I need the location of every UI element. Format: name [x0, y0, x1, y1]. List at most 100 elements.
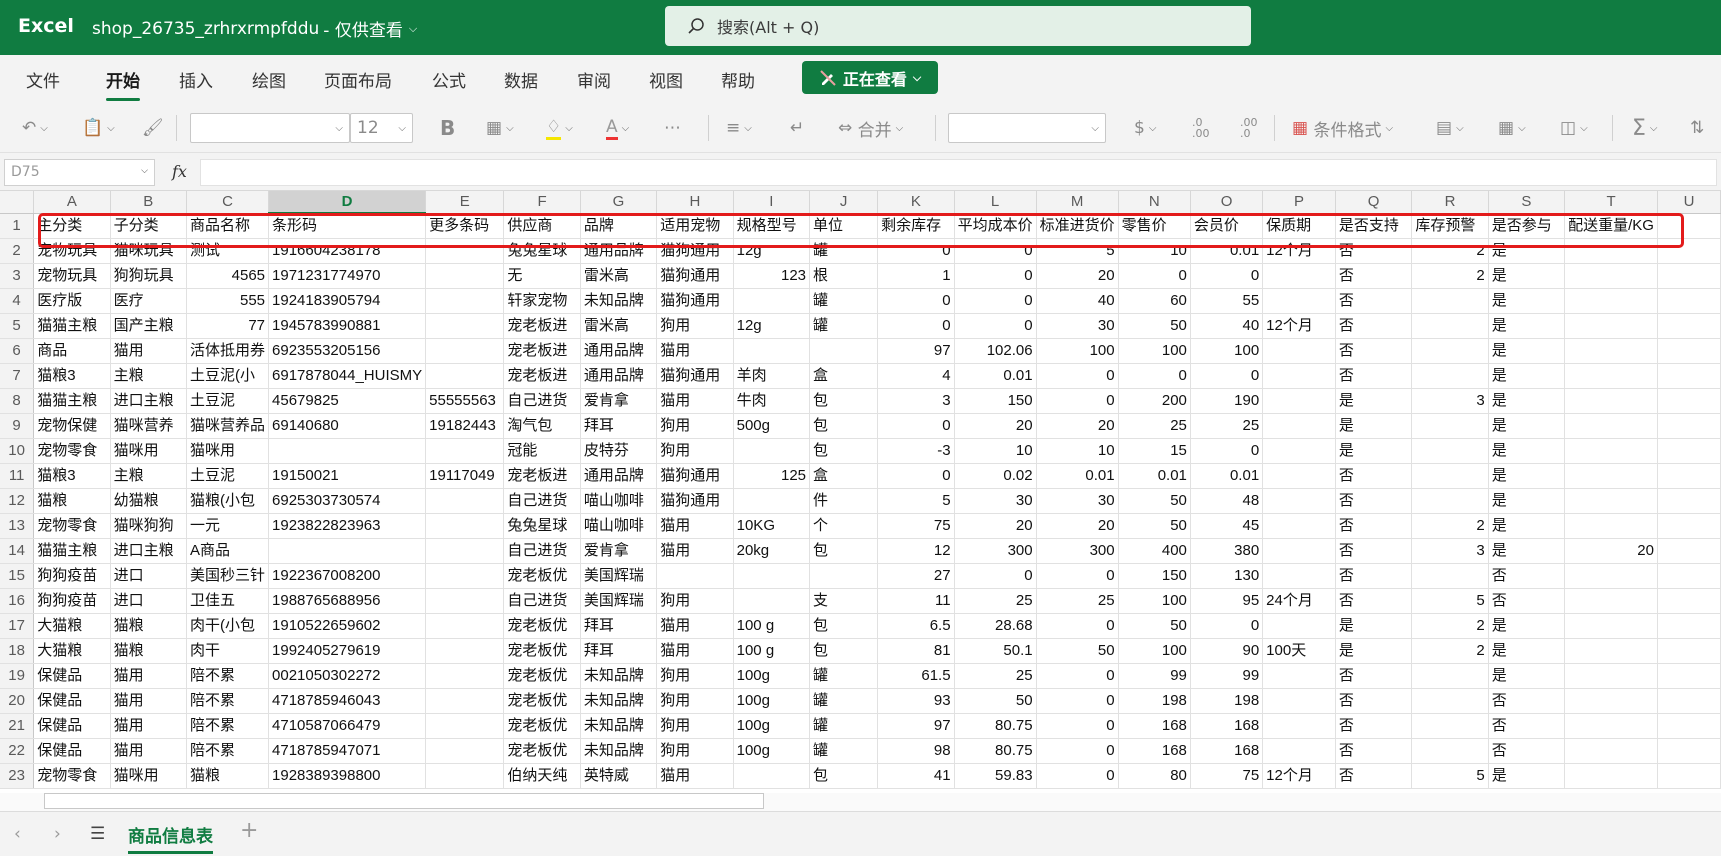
- cell[interactable]: 狗用: [656, 413, 734, 439]
- row-header[interactable]: 3: [0, 263, 35, 289]
- font-family-select[interactable]: ⌵: [190, 113, 350, 143]
- column-header-p[interactable]: P: [1262, 191, 1336, 214]
- cell[interactable]: 0: [1190, 613, 1264, 639]
- wrap-text-button[interactable]: ↵: [790, 113, 804, 143]
- cell[interactable]: 猫狗通用: [656, 363, 734, 389]
- row-header[interactable]: 23: [0, 763, 35, 789]
- cell[interactable]: 4: [877, 363, 955, 389]
- cell[interactable]: 1945783990881: [268, 313, 427, 339]
- cell[interactable]: 喵山咖啡: [580, 513, 658, 539]
- cell[interactable]: 4710587066479: [268, 713, 427, 739]
- cell[interactable]: 2: [1411, 263, 1489, 289]
- cell[interactable]: 30: [954, 488, 1037, 514]
- cell[interactable]: [1657, 688, 1721, 714]
- cell[interactable]: 狗用: [656, 588, 734, 614]
- cell[interactable]: 1922367008200: [268, 563, 427, 589]
- column-header-l[interactable]: L: [954, 191, 1037, 214]
- cell[interactable]: 45679825: [268, 388, 427, 414]
- cell[interactable]: 123: [733, 263, 811, 289]
- tab-review[interactable]: 审阅: [577, 67, 611, 92]
- row-header[interactable]: 7: [0, 363, 35, 389]
- cell[interactable]: [733, 588, 811, 614]
- cell[interactable]: [1411, 738, 1489, 764]
- cell[interactable]: 猫用: [110, 663, 188, 689]
- cell[interactable]: 0: [954, 563, 1037, 589]
- conditional-format-button[interactable]: ▦ 条件格式 ⌵: [1292, 113, 1393, 143]
- tab-help[interactable]: 帮助: [721, 67, 755, 92]
- cell[interactable]: 12个月: [1262, 763, 1336, 789]
- horizontal-scrollbar[interactable]: [44, 793, 764, 809]
- cell[interactable]: 猫粮3: [33, 463, 111, 489]
- cell[interactable]: 99: [1118, 663, 1191, 689]
- cell[interactable]: [1262, 438, 1336, 464]
- cell[interactable]: 55555563: [425, 388, 505, 414]
- next-sheet-icon[interactable]: ›: [54, 824, 61, 844]
- name-box[interactable]: D75 ⌵: [4, 159, 155, 186]
- cell[interactable]: 剩余库存: [877, 213, 955, 239]
- cell[interactable]: 更多条码: [425, 213, 505, 239]
- cell[interactable]: 50: [1036, 638, 1119, 664]
- cell[interactable]: 猫用: [656, 613, 734, 639]
- cell[interactable]: 168: [1190, 738, 1264, 764]
- cell[interactable]: 50: [1118, 313, 1191, 339]
- cell[interactable]: [1262, 463, 1336, 489]
- cell[interactable]: [1564, 488, 1658, 514]
- cell[interactable]: 200: [1118, 388, 1191, 414]
- cell[interactable]: 100: [1190, 338, 1264, 364]
- cell[interactable]: 0.02: [954, 463, 1037, 489]
- cell[interactable]: 宠老板进: [503, 463, 581, 489]
- cell[interactable]: [1564, 463, 1658, 489]
- cell[interactable]: [1262, 688, 1336, 714]
- cell[interactable]: 美国辉瑞: [580, 588, 658, 614]
- row-header[interactable]: 16: [0, 588, 35, 614]
- cell[interactable]: [425, 513, 505, 539]
- column-header-c[interactable]: C: [186, 191, 270, 214]
- cell[interactable]: 狗用: [656, 663, 734, 689]
- cell[interactable]: [1262, 738, 1336, 764]
- cell[interactable]: [1657, 413, 1721, 439]
- row-header[interactable]: 21: [0, 713, 35, 739]
- cell[interactable]: 41: [877, 763, 955, 789]
- cell[interactable]: 168: [1190, 713, 1264, 739]
- cell[interactable]: 10: [1036, 438, 1119, 464]
- cell[interactable]: 400: [1118, 538, 1191, 564]
- add-sheet-icon[interactable]: +: [240, 818, 258, 843]
- cell[interactable]: [1564, 263, 1658, 289]
- cell[interactable]: 2: [1411, 638, 1489, 664]
- cell[interactable]: 24个月: [1262, 588, 1336, 614]
- cell[interactable]: -3: [877, 438, 955, 464]
- cell[interactable]: 包: [809, 613, 879, 639]
- cell[interactable]: 宠老板进: [503, 363, 581, 389]
- cell[interactable]: [1564, 688, 1658, 714]
- cell[interactable]: [1564, 563, 1658, 589]
- cell[interactable]: 是: [1335, 438, 1413, 464]
- cell[interactable]: [1564, 438, 1658, 464]
- cell[interactable]: 20: [1036, 413, 1119, 439]
- cell[interactable]: 猫狗通用: [656, 288, 734, 314]
- row-header[interactable]: 20: [0, 688, 35, 714]
- column-header-q[interactable]: Q: [1335, 191, 1413, 214]
- cell[interactable]: 20: [1036, 263, 1119, 289]
- cell[interactable]: 300: [954, 538, 1037, 564]
- cell[interactable]: 100g: [733, 688, 811, 714]
- cell[interactable]: 0: [1118, 263, 1191, 289]
- cell[interactable]: 25: [1118, 413, 1191, 439]
- cell[interactable]: [1657, 588, 1721, 614]
- cell[interactable]: [1262, 413, 1336, 439]
- cell[interactable]: 美国秒三针: [186, 563, 270, 589]
- cell[interactable]: 罐: [809, 688, 879, 714]
- cell[interactable]: 保质期: [1262, 213, 1336, 239]
- cell[interactable]: 规格型号: [733, 213, 811, 239]
- cell[interactable]: 150: [1118, 563, 1191, 589]
- increase-decimal-button[interactable]: .0 .00: [1192, 113, 1218, 143]
- column-header-i[interactable]: I: [733, 191, 811, 214]
- cell[interactable]: 猫咪营养品: [186, 413, 270, 439]
- cell[interactable]: 30: [1036, 313, 1119, 339]
- cell[interactable]: 55: [1190, 288, 1264, 314]
- cell[interactable]: 保健品: [33, 713, 111, 739]
- cell[interactable]: 27: [877, 563, 955, 589]
- cell[interactable]: 猫用: [656, 388, 734, 414]
- cell[interactable]: 97: [877, 338, 955, 364]
- cell[interactable]: 3: [1411, 538, 1489, 564]
- cell[interactable]: 50: [954, 688, 1037, 714]
